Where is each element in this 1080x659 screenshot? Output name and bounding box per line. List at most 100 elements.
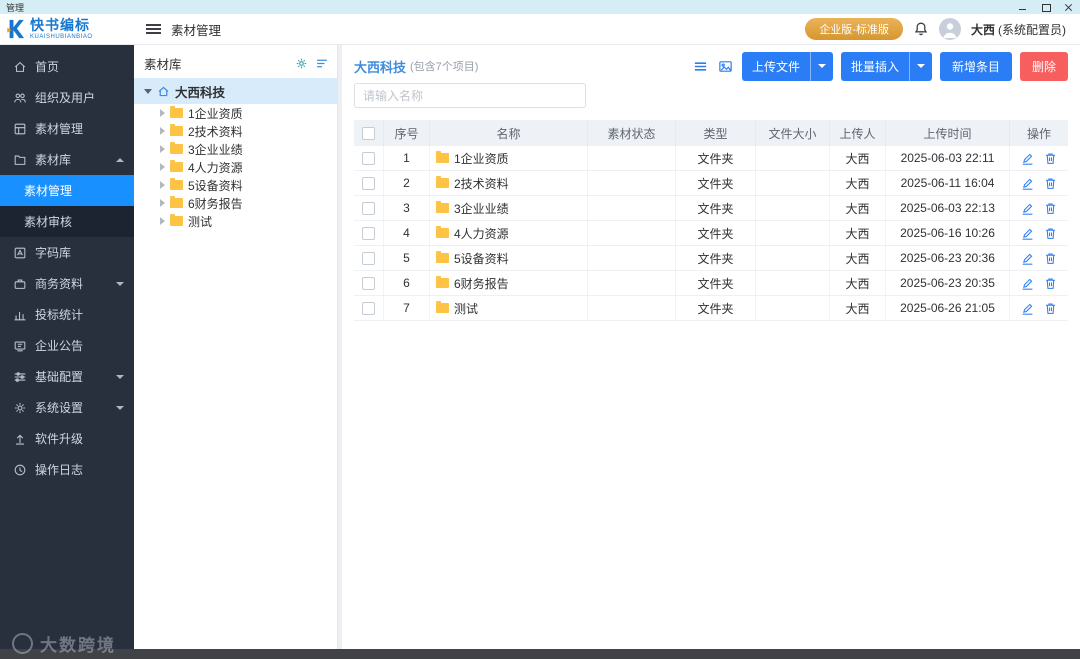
row-type: 文件夹	[676, 221, 756, 245]
row-checkbox[interactable]	[362, 276, 375, 290]
maximize-icon[interactable]	[1041, 2, 1051, 12]
close-icon[interactable]	[1064, 2, 1074, 12]
sidebar-item-material-manage[interactable]: 素材管理	[0, 113, 134, 144]
edit-icon[interactable]	[1021, 177, 1034, 190]
upload-dropdown-caret-icon[interactable]	[809, 51, 833, 81]
table-row[interactable]: 4 4人力资源 文件夹 大西 2025-06-16 10:26	[354, 221, 1068, 246]
edit-icon[interactable]	[1021, 202, 1034, 215]
row-status	[588, 221, 676, 245]
sidebar-item-org-users[interactable]: 素材管理 组织及用户	[0, 82, 134, 113]
edit-icon[interactable]	[1021, 277, 1034, 290]
row-checkbox-cell	[354, 271, 384, 295]
trash-icon[interactable]	[1044, 252, 1057, 265]
trash-icon[interactable]	[1044, 177, 1057, 190]
table-row[interactable]: 1 1企业资质 文件夹 大西 2025-06-03 22:11	[354, 146, 1068, 171]
sidebar-subitem-material-review[interactable]: 素材审核	[0, 206, 134, 237]
edit-icon[interactable]	[1021, 252, 1034, 265]
trash-icon[interactable]	[1044, 227, 1057, 240]
sidebar-item-system-settings[interactable]: 系统设置	[0, 392, 134, 423]
table-row[interactable]: 6 6财务报告 文件夹 大西 2025-06-23 20:35	[354, 271, 1068, 296]
upload-file-button[interactable]: 上传文件	[741, 51, 833, 81]
row-name[interactable]: 3企业业绩	[454, 200, 509, 217]
sidebar-item-material-library[interactable]: 素材库	[0, 144, 134, 175]
row-checkbox[interactable]	[362, 251, 375, 265]
tree-item[interactable]: 2技术资料	[134, 122, 337, 140]
tree-item[interactable]: 4人力资源	[134, 158, 337, 176]
chevron-right-icon[interactable]	[160, 181, 165, 189]
chevron-right-icon[interactable]	[160, 163, 165, 171]
list-view-icon[interactable]	[692, 59, 709, 74]
delete-button[interactable]: 删除	[1019, 51, 1068, 81]
tree-item[interactable]: 6财务报告	[134, 194, 337, 212]
app-logo-icon	[5, 18, 27, 40]
row-name[interactable]: 4人力资源	[454, 225, 509, 242]
batch-dropdown-caret-icon[interactable]	[908, 51, 932, 81]
row-time: 2025-06-16 10:26	[886, 221, 1010, 245]
chevron-right-icon[interactable]	[160, 127, 165, 135]
sidebar-item-font-library[interactable]: 字码库	[0, 237, 134, 268]
row-name[interactable]: 6财务报告	[454, 275, 509, 292]
trash-icon[interactable]	[1044, 152, 1057, 165]
chevron-right-icon[interactable]	[160, 145, 165, 153]
add-entry-button[interactable]: 新增条目	[939, 51, 1012, 81]
tree-item[interactable]: 1企业资质	[134, 104, 337, 122]
row-type: 文件夹	[676, 246, 756, 270]
sidebar-subitem-label: 素材管理	[24, 184, 73, 198]
row-name[interactable]: 测试	[454, 300, 478, 317]
row-name[interactable]: 5设备资料	[454, 250, 509, 267]
user-info[interactable]: 大西 (系统配置员)	[971, 21, 1066, 38]
row-checkbox[interactable]	[362, 151, 375, 165]
row-checkbox[interactable]	[362, 201, 375, 215]
edit-icon[interactable]	[1021, 302, 1034, 315]
trash-icon[interactable]	[1044, 202, 1057, 215]
sidebar-subitem-material-manage[interactable]: 素材管理	[0, 175, 134, 206]
trash-icon[interactable]	[1044, 302, 1057, 315]
notification-bell-icon[interactable]	[913, 21, 929, 37]
sidebar-item-business-docs[interactable]: 商务资料	[0, 268, 134, 299]
chevron-right-icon[interactable]	[160, 199, 165, 207]
row-size	[756, 271, 830, 295]
sliders-icon	[13, 370, 27, 384]
sidebar-item-label: 素材管理	[35, 122, 84, 136]
edit-icon[interactable]	[1021, 227, 1034, 240]
chevron-right-icon[interactable]	[160, 109, 165, 117]
row-checkbox[interactable]	[362, 176, 375, 190]
trash-icon[interactable]	[1044, 277, 1057, 290]
tree-item-label: 5设备资料	[188, 178, 243, 193]
row-name[interactable]: 2技术资料	[454, 175, 509, 192]
row-name[interactable]: 1企业资质	[454, 150, 509, 167]
tree-root-item[interactable]: 大西科技	[134, 78, 337, 104]
row-checkbox[interactable]	[362, 226, 375, 240]
table-row[interactable]: 3 3企业业绩 文件夹 大西 2025-06-03 22:13	[354, 196, 1068, 221]
row-name-cell: 6财务报告	[430, 271, 588, 295]
tree-item[interactable]: 5设备资料	[134, 176, 337, 194]
edit-icon[interactable]	[1021, 152, 1034, 165]
sidebar-item-software-upgrade[interactable]: 软件升级	[0, 423, 134, 454]
select-all-checkbox[interactable]	[362, 126, 375, 140]
upload-file-label[interactable]: 上传文件	[742, 52, 810, 81]
chevron-right-icon[interactable]	[160, 217, 165, 225]
menu-toggle-icon[interactable]	[146, 24, 161, 34]
batch-insert-label[interactable]: 批量插入	[841, 52, 909, 81]
row-checkbox[interactable]	[362, 301, 375, 315]
tree-item[interactable]: 3企业业绩	[134, 140, 337, 158]
search-input[interactable]	[354, 83, 586, 108]
avatar[interactable]	[938, 18, 961, 40]
batch-insert-button[interactable]: 批量插入	[840, 51, 932, 81]
table-row[interactable]: 7 测试 文件夹 大西 2025-06-26 21:05	[354, 296, 1068, 321]
image-view-icon[interactable]	[717, 59, 734, 74]
tree-sort-list-icon[interactable]	[315, 57, 329, 70]
table-row[interactable]: 5 5设备资料 文件夹 大西 2025-06-23 20:36	[354, 246, 1068, 271]
tree-settings-gear-icon[interactable]	[295, 57, 308, 70]
sidebar-item-company-notice[interactable]: 企业公告	[0, 330, 134, 361]
minimize-icon[interactable]	[1018, 2, 1028, 12]
tree-item[interactable]: 测试	[134, 212, 337, 230]
sidebar-item-home[interactable]: 首页	[0, 51, 134, 82]
table-row[interactable]: 2 2技术资料 文件夹 大西 2025-06-11 16:04	[354, 171, 1068, 196]
chevron-down-icon[interactable]	[144, 88, 152, 94]
folder-icon	[436, 251, 449, 263]
row-size	[756, 246, 830, 270]
sidebar-item-operation-log[interactable]: 操作日志	[0, 454, 134, 485]
sidebar-item-basic-config[interactable]: 基础配置	[0, 361, 134, 392]
sidebar-item-bid-stats[interactable]: 投标统计	[0, 299, 134, 330]
